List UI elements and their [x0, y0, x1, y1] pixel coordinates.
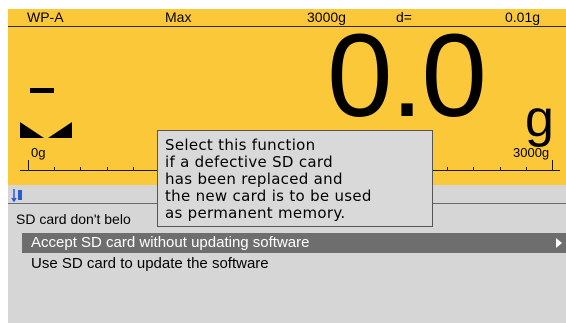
- menu-item-accept-sd-card[interactable]: Accept SD card without updating software: [22, 233, 566, 253]
- readability-value: 0.01g: [505, 9, 541, 25]
- tooltip-line: as permanent memory.: [165, 204, 346, 222]
- stability-indicator: [30, 88, 54, 93]
- chevron-right-icon: [556, 238, 562, 248]
- weight-reading: 0.0: [327, 10, 487, 142]
- menu-heading: SD card don't belo: [16, 211, 131, 227]
- tooltip-line: if a defective SD card: [165, 153, 333, 171]
- tooltip-line: Select this function: [165, 136, 316, 154]
- tooltip-line: has been replaced and: [165, 170, 343, 188]
- balance-setup-icon: [11, 189, 22, 202]
- max-label: Max: [165, 9, 192, 25]
- menu-item-update-software[interactable]: Use SD card to update the software: [22, 254, 566, 274]
- balance-screen: WP-A Max 3000g d= 0.01g 0.0 g 0g 3000g S…: [0, 0, 566, 323]
- weigh-point-id: WP-A: [27, 9, 64, 25]
- weight-unit: g: [525, 90, 554, 148]
- zero-indicator-icon: [20, 122, 72, 138]
- menu-item-label: Use SD card to update the software: [31, 255, 269, 272]
- tooltip-line: the new card is to be used: [165, 187, 372, 205]
- help-tooltip: Select this function if a defective SD c…: [157, 130, 433, 227]
- menu-item-label: Accept SD card without updating software: [31, 234, 310, 251]
